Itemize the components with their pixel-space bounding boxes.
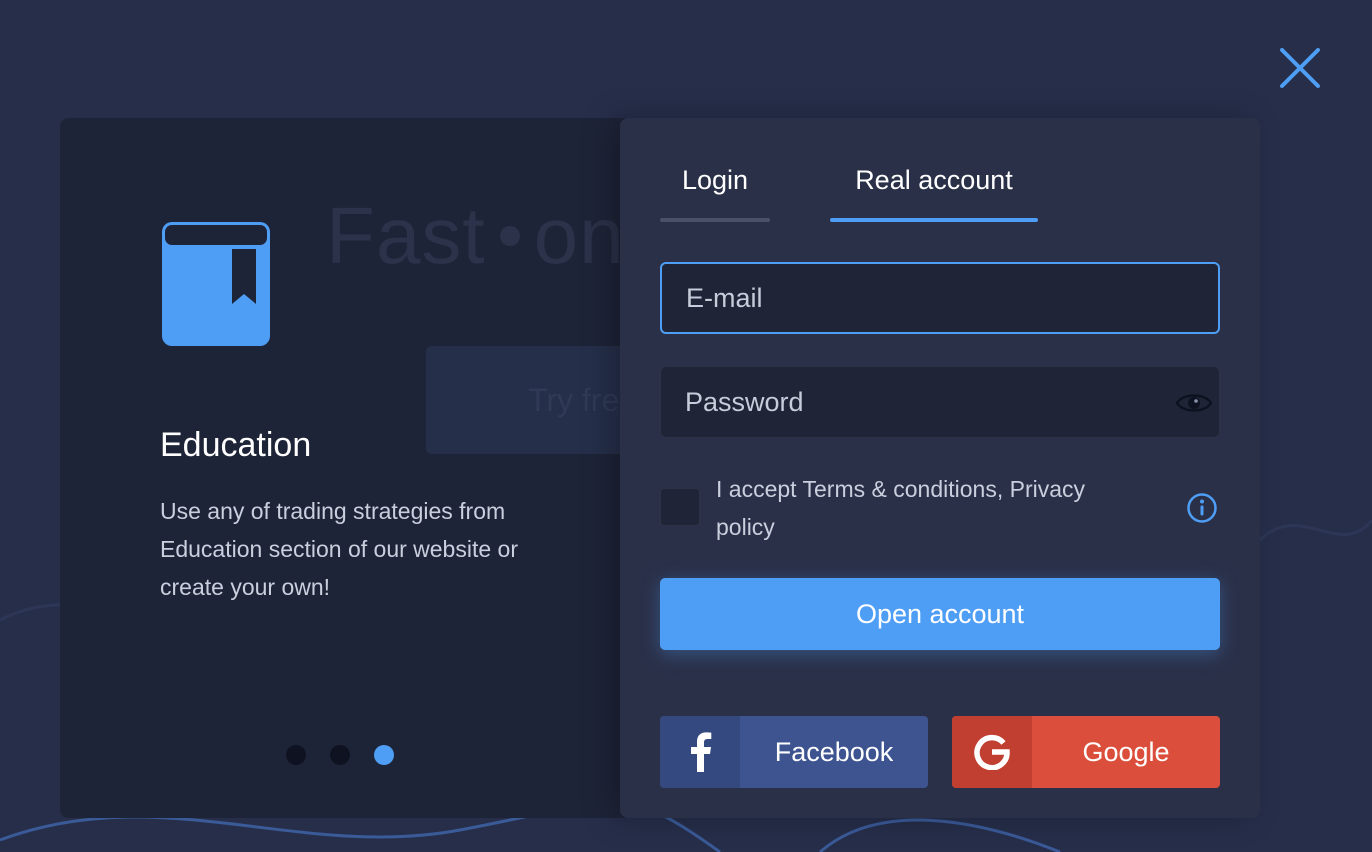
google-login-button[interactable]: Google	[952, 716, 1220, 788]
tab-login[interactable]: Login	[660, 162, 770, 222]
close-icon[interactable]	[1276, 44, 1324, 92]
password-input[interactable]	[661, 367, 1219, 437]
promo-slide-panel: Fast on Try fre Education Use any of trad…	[60, 118, 660, 818]
background-headline-right: on	[533, 191, 625, 280]
open-account-button[interactable]: Open account	[660, 578, 1220, 650]
book-bookmark-icon	[162, 222, 270, 346]
terms-checkbox[interactable]	[660, 488, 700, 526]
slide-dot-1[interactable]	[286, 745, 306, 765]
email-input[interactable]	[662, 264, 1218, 332]
facebook-login-button[interactable]: Facebook	[660, 716, 928, 788]
slide-pagination	[286, 745, 394, 765]
background-try-free-label: Try fre	[528, 382, 620, 418]
background-try-free-button: Try fre	[426, 346, 626, 454]
background-headline: Fast on	[326, 190, 625, 282]
email-field-wrapper	[660, 262, 1220, 334]
tab-login-underline	[660, 218, 770, 222]
registration-form-panel: Login Real account I accept Terms & cond…	[620, 118, 1260, 818]
password-field-wrapper	[660, 366, 1220, 438]
background-headline-dot	[499, 225, 520, 246]
tab-login-label: Login	[681, 165, 749, 195]
slide-dot-3[interactable]	[374, 745, 394, 765]
google-label: Google	[1082, 736, 1170, 767]
terms-label[interactable]: I accept Terms & conditions, Privacy pol…	[716, 470, 1146, 546]
tab-real-account[interactable]: Real account	[830, 162, 1038, 222]
google-icon-box	[952, 716, 1032, 788]
slide-description: Use any of trading strategies from Educa…	[160, 498, 518, 600]
background-headline-left: Fast	[326, 191, 486, 280]
tab-real-account-underline	[830, 218, 1038, 222]
eye-icon[interactable]	[1175, 389, 1213, 417]
slide-dot-2[interactable]	[330, 745, 350, 765]
facebook-icon	[691, 732, 712, 772]
terms-acceptance-row: I accept Terms & conditions, Privacy pol…	[660, 470, 1220, 550]
tab-real-account-label: Real account	[855, 165, 1013, 195]
slide-title: Education	[160, 426, 312, 464]
facebook-icon-box	[660, 716, 740, 788]
google-icon	[974, 734, 1010, 770]
facebook-label: Facebook	[774, 736, 894, 767]
info-icon[interactable]	[1186, 492, 1218, 524]
